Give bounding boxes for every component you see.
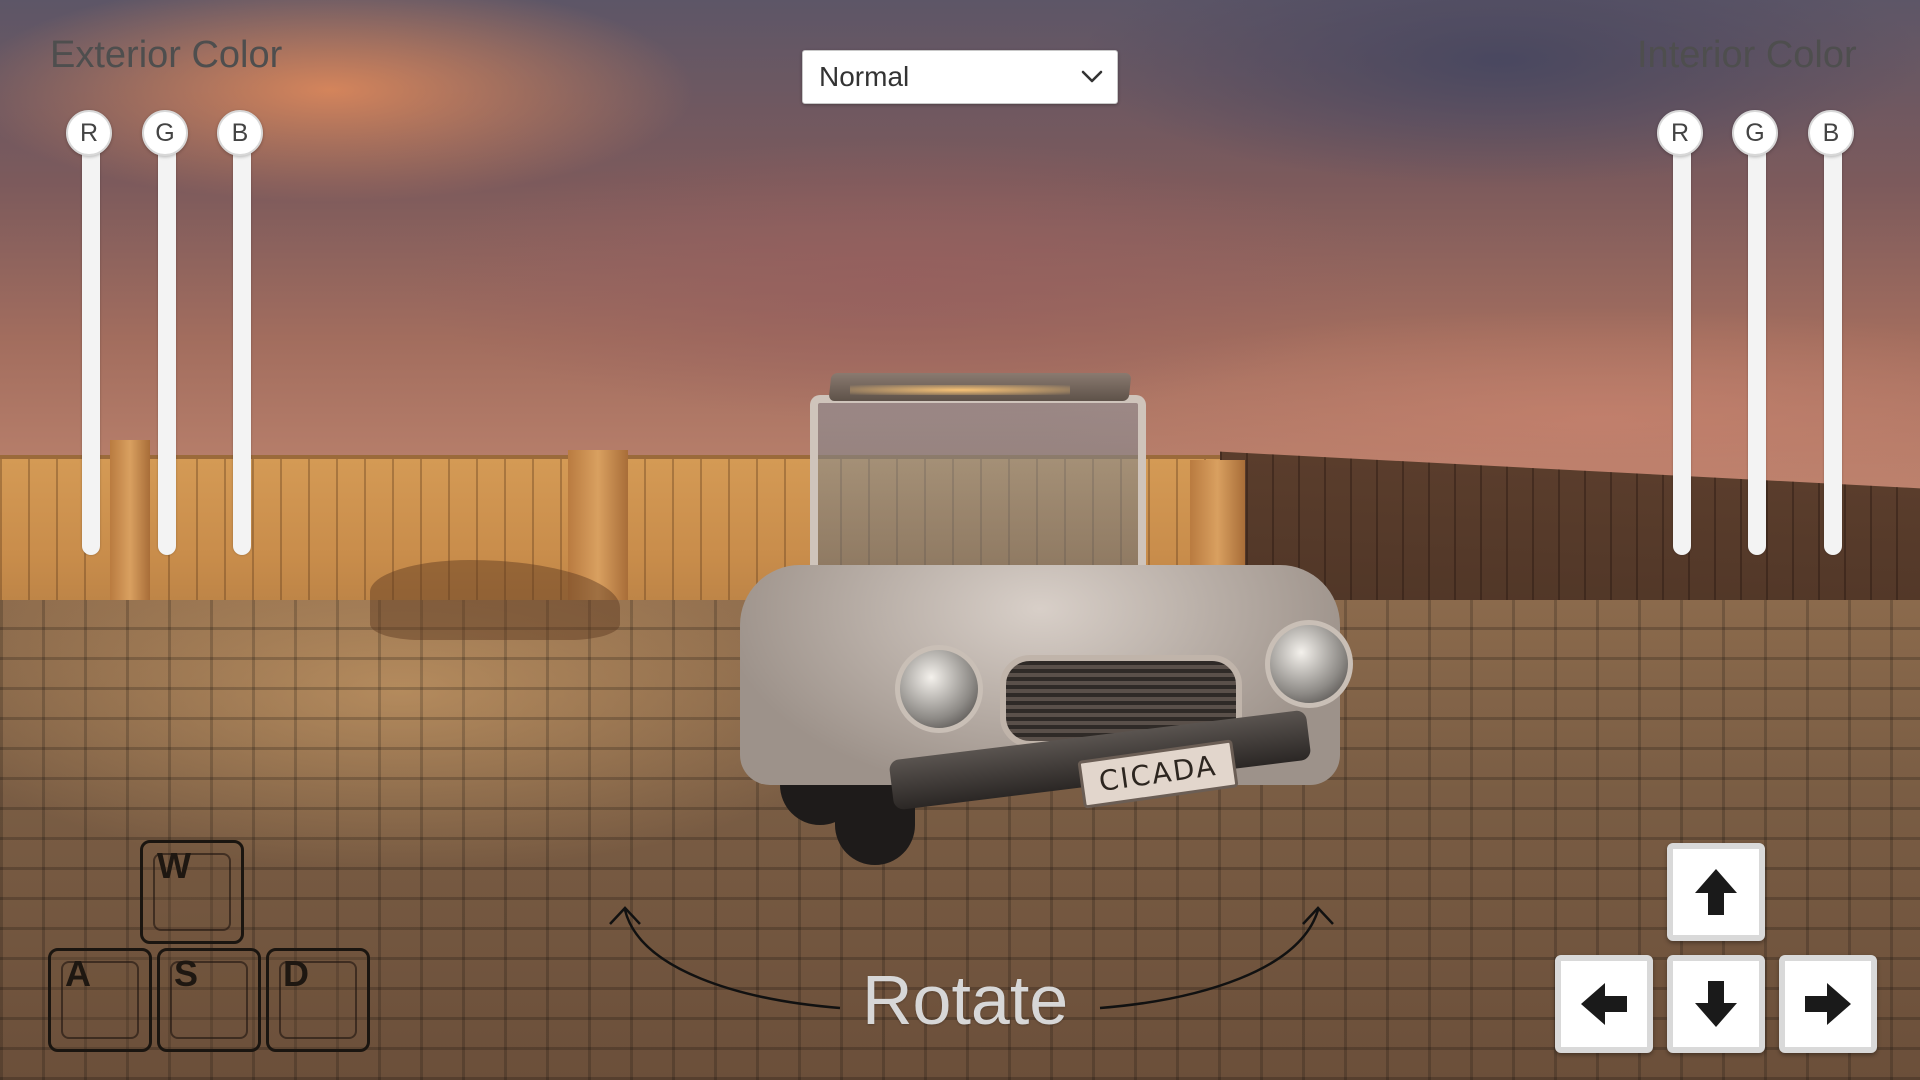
slider-track[interactable] <box>82 130 100 555</box>
slider-handle[interactable]: B <box>217 110 263 156</box>
chevron-down-icon <box>1067 50 1117 104</box>
slider-track[interactable] <box>1824 130 1842 555</box>
dropdown-selected-value: Normal <box>819 61 910 92</box>
mode-dropdown[interactable]: Normal <box>802 50 1118 104</box>
slider-handle[interactable]: G <box>142 110 188 156</box>
arrow-right-icon <box>1805 983 1851 1025</box>
key-label: D <box>283 953 309 994</box>
roof-light <box>850 385 1070 395</box>
arrow-down-icon <box>1695 981 1737 1027</box>
car-model[interactable]: CICADA <box>740 365 1353 885</box>
slider-track[interactable] <box>1673 130 1691 555</box>
car-headlight <box>1265 620 1353 708</box>
slider-handle[interactable]: B <box>1808 110 1854 156</box>
arrow-up-icon <box>1695 869 1737 915</box>
interior-color-title: Interior Color <box>1637 34 1857 76</box>
key-label: W <box>157 845 191 886</box>
interior-g-slider[interactable]: G <box>1732 110 1782 560</box>
exterior-g-slider[interactable]: G <box>142 110 192 560</box>
slider-track[interactable] <box>158 130 176 555</box>
interior-b-slider[interactable]: B <box>1808 110 1858 560</box>
rotate-label: Rotate <box>862 961 1069 1039</box>
exterior-b-slider[interactable]: B <box>217 110 267 560</box>
key-s[interactable]: S <box>157 948 261 1052</box>
arrow-up-button[interactable] <box>1667 843 1765 941</box>
interior-r-slider[interactable]: R <box>1657 110 1707 560</box>
slider-track[interactable] <box>1748 130 1766 555</box>
arrow-left-icon <box>1581 983 1627 1025</box>
slider-handle[interactable]: G <box>1732 110 1778 156</box>
key-a[interactable]: A <box>48 948 152 1052</box>
slider-handle[interactable]: R <box>1657 110 1703 156</box>
arrow-right-button[interactable] <box>1779 955 1877 1053</box>
car-headlight <box>895 645 983 733</box>
key-label: A <box>65 953 91 994</box>
slider-track[interactable] <box>233 130 251 555</box>
key-w[interactable]: W <box>140 840 244 944</box>
key-label: S <box>174 953 199 994</box>
arrow-down-button[interactable] <box>1667 955 1765 1053</box>
key-d[interactable]: D <box>266 948 370 1052</box>
arrow-left-button[interactable] <box>1555 955 1653 1053</box>
exterior-color-title: Exterior Color <box>50 34 283 76</box>
slider-handle[interactable]: R <box>66 110 112 156</box>
exterior-r-slider[interactable]: R <box>66 110 116 560</box>
